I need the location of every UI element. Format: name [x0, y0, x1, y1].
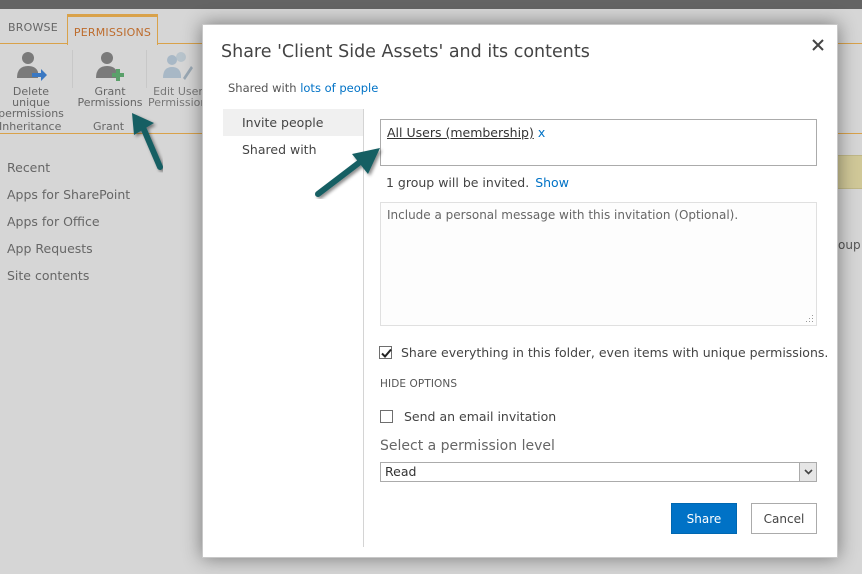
- resolved-entity[interactable]: All Users (membership): [387, 125, 534, 140]
- share-everything-label: Share everything in this folder, even it…: [401, 345, 829, 360]
- tab-permissions[interactable]: PERMISSIONS: [67, 14, 158, 45]
- divider: [363, 109, 364, 547]
- tab-shared-with[interactable]: Shared with: [223, 136, 364, 163]
- permission-level-label: Select a permission level: [380, 438, 555, 454]
- dialog-side-tabs: Invite people Shared with: [223, 109, 364, 163]
- invite-summary: 1 group will be invited. Show: [386, 175, 569, 190]
- send-email-label: Send an email invitation: [404, 409, 557, 424]
- users-edit-icon: [163, 52, 193, 80]
- shared-with-summary: Shared with lots of people: [228, 81, 378, 95]
- nav-item-apps-for-office[interactable]: Apps for Office: [7, 214, 130, 241]
- share-button[interactable]: Share: [671, 503, 737, 534]
- checkmark-icon: [381, 348, 392, 358]
- ribbon-separator: [72, 50, 73, 88]
- left-navigation: Recent Apps for SharePoint Apps for Offi…: [7, 160, 130, 295]
- delete-unique-label-1: Delete unique: [12, 85, 50, 109]
- close-icon[interactable]: [810, 37, 826, 53]
- ribbon-separator: [146, 50, 147, 88]
- resize-grip-icon[interactable]: [806, 315, 814, 323]
- grant-permissions-button[interactable]: Grant Permissions: [76, 50, 144, 108]
- chevron-down-icon: [804, 469, 813, 475]
- user-remove-icon: [17, 52, 47, 81]
- shared-with-prefix: Shared with: [228, 81, 297, 95]
- nav-item-apps-for-sharepoint[interactable]: Apps for SharePoint: [7, 187, 130, 214]
- people-picker-input[interactable]: All Users (membership) x: [380, 119, 817, 166]
- delete-unique-label-2: permissions: [0, 107, 64, 120]
- share-everything-checkbox[interactable]: [379, 346, 392, 359]
- show-link[interactable]: Show: [535, 175, 569, 190]
- share-everything-checkbox-row[interactable]: Share everything in this folder, even it…: [379, 345, 828, 360]
- nav-item-site-contents[interactable]: Site contents: [7, 268, 130, 295]
- permission-level-value: Read: [385, 464, 417, 479]
- top-bar: [0, 0, 862, 9]
- permission-level-select[interactable]: Read: [380, 462, 817, 482]
- grant-label-2: Permissions: [77, 96, 143, 109]
- edit-user-label-2: Permissions: [148, 96, 208, 108]
- delete-unique-permissions-button[interactable]: Delete unique permissions: [0, 50, 68, 119]
- ribbon-group-inheritance: Inheritance: [0, 120, 62, 133]
- tab-browse[interactable]: BROWSE: [8, 21, 58, 34]
- nav-item-recent[interactable]: Recent: [7, 160, 130, 187]
- send-email-checkbox[interactable]: [380, 410, 393, 423]
- edit-user-permissions-button[interactable]: Edit User Permissions: [148, 50, 208, 108]
- send-email-checkbox-row[interactable]: Send an email invitation: [379, 409, 556, 424]
- remove-entity-button[interactable]: x: [538, 125, 545, 140]
- nav-item-app-requests[interactable]: App Requests: [7, 241, 130, 268]
- share-dialog: Share 'Client Side Assets' and its conte…: [202, 24, 838, 558]
- lots-of-people-link[interactable]: lots of people: [300, 81, 378, 95]
- dropdown-button[interactable]: [799, 463, 816, 481]
- personal-message-input[interactable]: [380, 202, 817, 326]
- ribbon-group-grant: Grant: [93, 120, 125, 133]
- cancel-button[interactable]: Cancel: [751, 503, 817, 534]
- user-add-icon: [96, 52, 124, 81]
- dialog-title: Share 'Client Side Assets' and its conte…: [221, 42, 590, 62]
- background-partial-text: oup: [838, 238, 861, 252]
- invite-summary-text: 1 group will be invited.: [386, 175, 530, 190]
- tab-invite-people[interactable]: Invite people: [223, 109, 364, 136]
- hide-options-link[interactable]: HIDE OPTIONS: [380, 378, 457, 390]
